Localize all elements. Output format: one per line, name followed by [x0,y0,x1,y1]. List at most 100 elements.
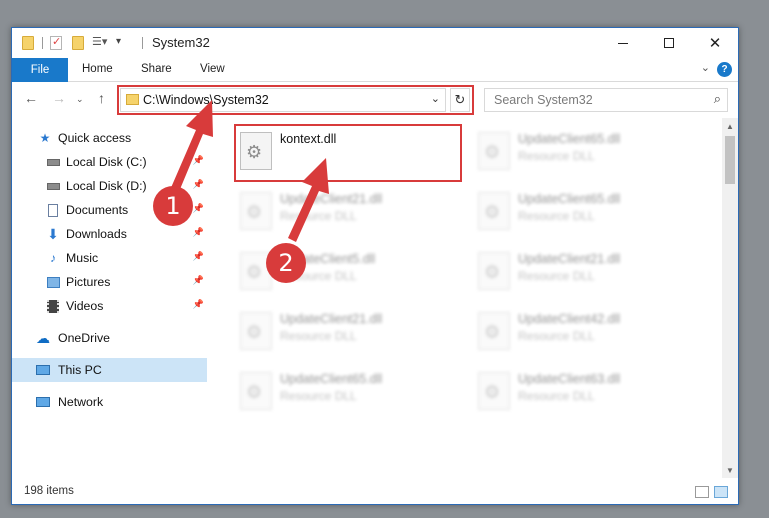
folder-icon [22,36,34,50]
file-type: Resource DLL [518,389,595,403]
file-tile[interactable]: ⚙ UpdateClient42.dll Resource DLL [474,306,694,356]
file-list: ⚙ kontext.dll ⚙ UpdateClient65.dll Resou… [220,118,720,478]
file-type: Resource DLL [280,209,357,223]
file-type: Resource DLL [280,389,357,403]
sidebar-item-pictures[interactable]: Pictures 📌 [12,270,207,294]
close-button[interactable]: ✕ [692,28,738,58]
properties-icon[interactable]: ✓ [50,36,62,50]
sidebar-item-label: Downloads [66,227,127,241]
documents-icon [46,203,60,217]
search-input[interactable]: Search System32 [494,93,593,107]
file-tile[interactable]: ⚙ UpdateClient65.dll Resource DLL [236,366,456,416]
star-icon: ★ [39,131,51,145]
pin-icon[interactable]: 📌 [193,179,204,190]
forward-button[interactable]: → [52,90,66,106]
file-name: UpdateClient65.dll [280,372,383,386]
file-name: UpdateClient65.dll [518,132,621,146]
sidebar-item-label: Music [66,251,99,265]
drive-icon [46,179,60,193]
sidebar-item-local-disk-c[interactable]: Local Disk (C:) 📌 [12,150,207,174]
back-button[interactable]: ← [24,90,38,106]
file-tile[interactable]: ⚙ UpdateClient63.dll Resource DLL [474,366,694,416]
maximize-icon [664,38,674,48]
sidebar-item-onedrive[interactable]: ☁ OneDrive [12,326,207,350]
sidebar-item-network[interactable]: Network [12,390,207,414]
file-name: UpdateClient42.dll [518,312,621,326]
file-tile[interactable]: ⚙ UpdateClient65.dll Resource DLL [474,126,694,176]
scroll-down-icon[interactable]: ▼ [722,462,738,478]
pictures-icon [46,275,60,289]
separator [142,37,143,49]
expand-ribbon-chevron-icon[interactable]: ⌄ [701,61,710,74]
dll-file-icon: ⚙ [240,372,272,410]
new-folder-icon[interactable] [72,36,84,50]
sidebar-item-label: Pictures [66,275,111,289]
customize-toolbar-icon[interactable]: ☰▾ [92,35,108,49]
file-tile[interactable]: ⚙ UpdateClient21.dll Resource DLL [236,186,456,236]
sidebar-item-videos[interactable]: Videos 📌 [12,294,207,318]
sidebar-item-label: Quick access [58,131,132,145]
recent-locations-chevron-icon[interactable]: ⌄ [76,94,84,105]
file-tile[interactable]: ⚙ UpdateClient65.dll Resource DLL [474,186,694,236]
dll-file-icon: ⚙ [478,312,510,350]
sidebar-item-downloads[interactable]: ⬇ Downloads 📌 [12,222,207,246]
sidebar-item-label: Local Disk (C:) [66,155,147,169]
file-explorer-window: ✓ ☰▾ ▾ System32 ✕ File Home Share View ⌄… [11,27,739,505]
file-tile[interactable]: ⚙ UpdateClient21.dll Resource DLL [474,246,694,296]
large-icons-view-icon[interactable] [714,486,728,498]
videos-icon [46,299,60,313]
callout-1: 1 [153,186,193,226]
pin-icon[interactable]: 📌 [193,155,204,166]
sidebar-item-label: Local Disk (D:) [66,179,147,193]
pin-icon[interactable]: 📌 [193,203,204,214]
address-highlight-box [117,85,474,115]
dll-file-icon: ⚙ [478,252,510,290]
ribbon-tabs: File Home Share View ⌄ ? [12,58,738,82]
file-type: Resource DLL [518,269,595,283]
status-bar: 198 items [12,480,738,504]
file-type: Resource DLL [518,149,595,163]
navigation-pane: ★ Quick access Local Disk (C:) 📌 Local D… [12,118,207,478]
sidebar-item-this-pc[interactable]: This PC [12,358,207,382]
dll-file-icon: ⚙ [478,372,510,410]
callout-2: 2 [266,243,306,283]
sidebar-item-label: Network [58,395,104,409]
download-icon: ⬇ [47,225,59,242]
computer-icon [36,363,50,377]
maximize-button[interactable] [646,28,692,58]
dll-file-icon: ⚙ [478,132,510,170]
search-icon[interactable]: ⌕ [714,91,721,107]
scroll-thumb[interactable] [725,136,735,184]
music-icon: ♪ [50,251,56,265]
sidebar-item-quick-access[interactable]: ★ Quick access [12,126,207,150]
vertical-scrollbar[interactable]: ▲ ▼ [722,118,738,478]
up-button[interactable]: ↑ [98,90,105,106]
quick-access-chevron-icon[interactable]: ▾ [116,36,126,50]
close-icon: ✕ [708,35,722,52]
file-name: UpdateClient21.dll [280,192,383,206]
file-name: UpdateClient63.dll [518,372,621,386]
item-count: 198 items [24,485,74,497]
cloud-icon: ☁ [36,329,50,346]
search-box[interactable]: Search System32 ⌕ [484,88,728,112]
minimize-button[interactable] [600,28,646,58]
file-name: UpdateClient65.dll [518,192,621,206]
help-button[interactable]: ? [717,62,732,77]
sidebar-item-music[interactable]: ♪ Music 📌 [12,246,207,270]
pin-icon[interactable]: 📌 [193,227,204,238]
file-type: Resource DLL [518,209,595,223]
pin-icon[interactable]: 📌 [193,251,204,262]
title-bar: ✓ ☰▾ ▾ System32 ✕ [12,28,738,58]
pin-icon[interactable]: 📌 [193,299,204,310]
tab-view[interactable]: View [200,63,225,75]
navigation-bar: ← → ⌄ ↑ C:\Windows\System32 ⌄ ↻ Search S… [12,83,738,117]
details-view-icon[interactable] [695,486,709,498]
tab-file[interactable]: File [12,58,68,82]
sidebar-item-label: Documents [66,203,129,217]
sidebar-item-label: This PC [58,363,102,377]
pin-icon[interactable]: 📌 [193,275,204,286]
tab-share[interactable]: Share [141,63,172,75]
file-tile[interactable]: ⚙ UpdateClient21.dll Resource DLL [236,306,456,356]
scroll-up-icon[interactable]: ▲ [722,118,738,134]
tab-home[interactable]: Home [82,63,113,75]
